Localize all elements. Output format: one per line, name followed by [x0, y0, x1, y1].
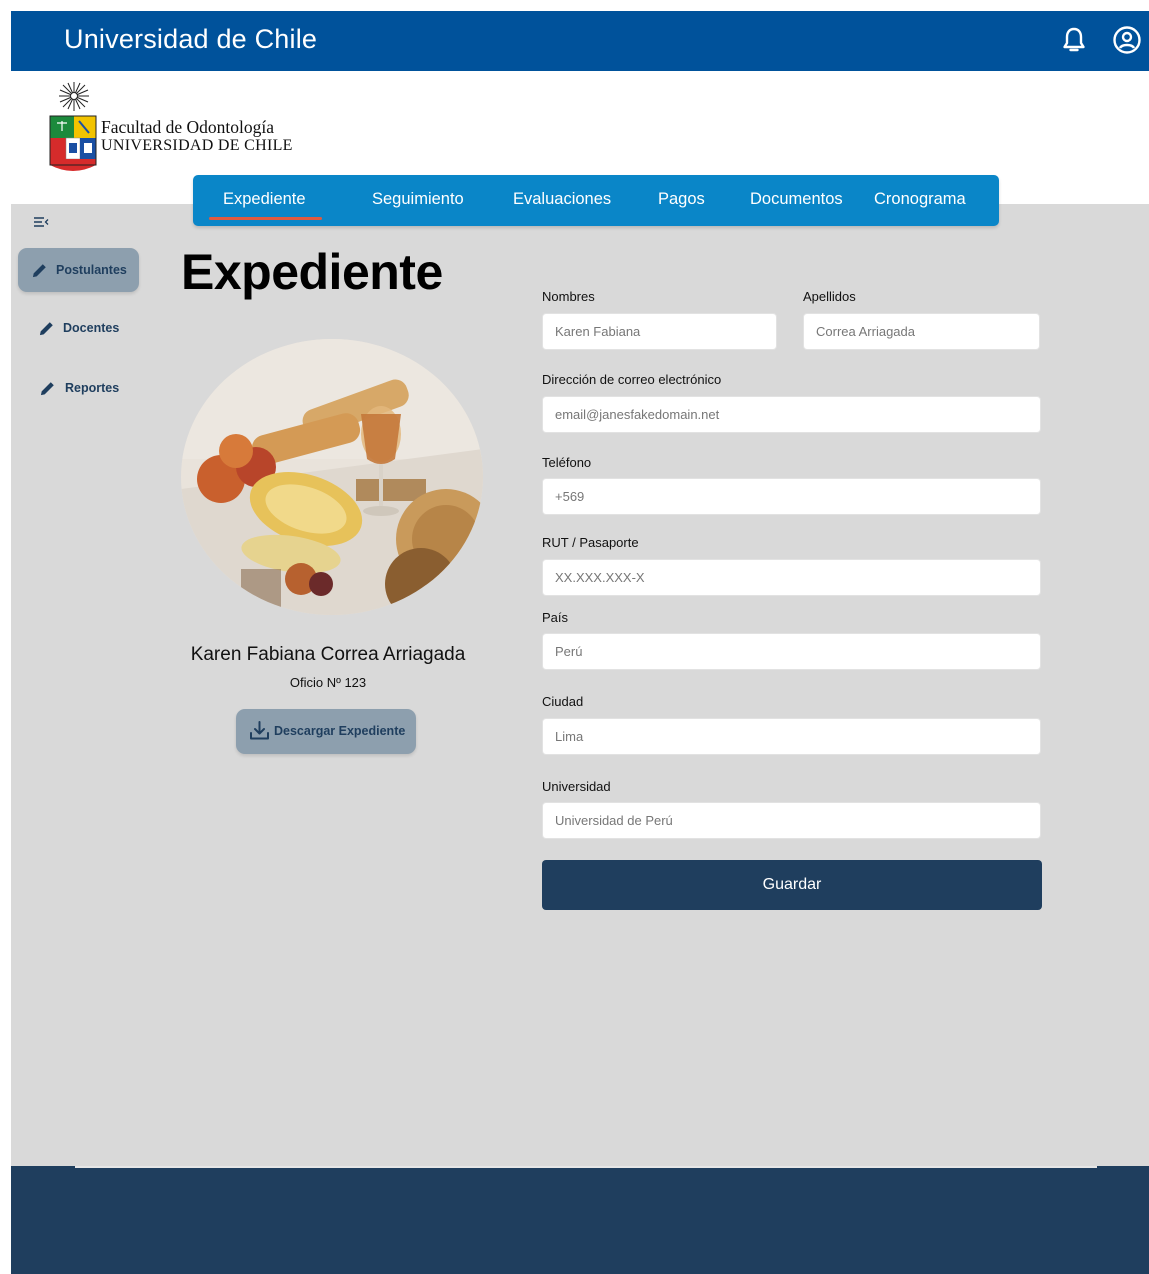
pencil-icon — [39, 322, 53, 336]
sidebar-item-postulantes[interactable]: Postulantes — [18, 248, 139, 292]
rut-input[interactable] — [542, 559, 1041, 596]
sidebar-item-label: Postulantes — [56, 263, 127, 277]
rut-label: RUT / Pasaporte — [542, 535, 639, 550]
tab-seguimiento[interactable]: Seguimiento — [372, 190, 464, 209]
nombres-label: Nombres — [542, 289, 595, 304]
email-label: Dirección de correo electrónico — [542, 372, 722, 387]
footer-divider — [75, 1166, 1097, 1168]
save-button[interactable]: Guardar — [542, 860, 1042, 910]
page-title: Expediente — [181, 244, 443, 300]
download-icon — [250, 721, 269, 740]
pais-input[interactable] — [542, 633, 1041, 670]
ciudad-label: Ciudad — [542, 694, 584, 709]
top-header: Universidad de Chile — [11, 11, 1149, 71]
collapse-menu-icon[interactable] — [33, 215, 49, 229]
sidebar-item-docentes[interactable]: Docentes — [18, 306, 139, 350]
email-input[interactable] — [542, 396, 1041, 433]
tab-bar: Expediente Seguimiento Evaluaciones Pago… — [193, 175, 999, 226]
pais-label: País — [542, 610, 569, 625]
nombres-input[interactable] — [542, 313, 777, 350]
tab-documentos[interactable]: Documentos — [750, 190, 843, 209]
download-expediente-button[interactable]: Descargar Expediente — [236, 709, 416, 754]
app-frame: Universidad de Chile Facultad de Odontol… — [11, 11, 1149, 1274]
university-crest-icon — [49, 82, 97, 171]
pencil-icon — [32, 264, 46, 278]
tab-evaluaciones[interactable]: Evaluaciones — [513, 190, 611, 209]
profile-photo — [181, 339, 483, 615]
office-number: Oficio Nº 123 — [289, 675, 367, 690]
bell-icon[interactable] — [1061, 26, 1087, 54]
tab-cronograma[interactable]: Cronograma — [874, 190, 966, 209]
user-circle-icon[interactable] — [1112, 25, 1142, 55]
telefono-label: Teléfono — [542, 455, 592, 470]
pencil-icon — [40, 382, 54, 396]
universidad-label: Universidad — [542, 779, 611, 794]
telefono-input[interactable] — [542, 478, 1041, 515]
sidebar-item-label: Reportes — [65, 381, 120, 395]
tab-expediente[interactable]: Expediente — [209, 190, 322, 220]
apellidos-input[interactable] — [803, 313, 1040, 350]
sidebar-item-reportes[interactable]: Reportes — [18, 366, 139, 410]
app-title: Universidad de Chile — [64, 24, 318, 54]
sidebar-item-label: Docentes — [63, 321, 120, 335]
university-name: UNIVERSIDAD DE CHILE — [101, 137, 293, 154]
download-button-label: Descargar Expediente — [274, 724, 406, 738]
ciudad-input[interactable] — [542, 718, 1041, 755]
faculty-name: Facultad de Odontología — [101, 117, 275, 137]
footer — [11, 1166, 1149, 1274]
universidad-input[interactable] — [542, 802, 1041, 839]
tab-pagos[interactable]: Pagos — [658, 190, 705, 209]
person-name: Karen Fabiana Correa Arriagada — [190, 644, 466, 665]
apellidos-label: Apellidos — [803, 289, 856, 304]
